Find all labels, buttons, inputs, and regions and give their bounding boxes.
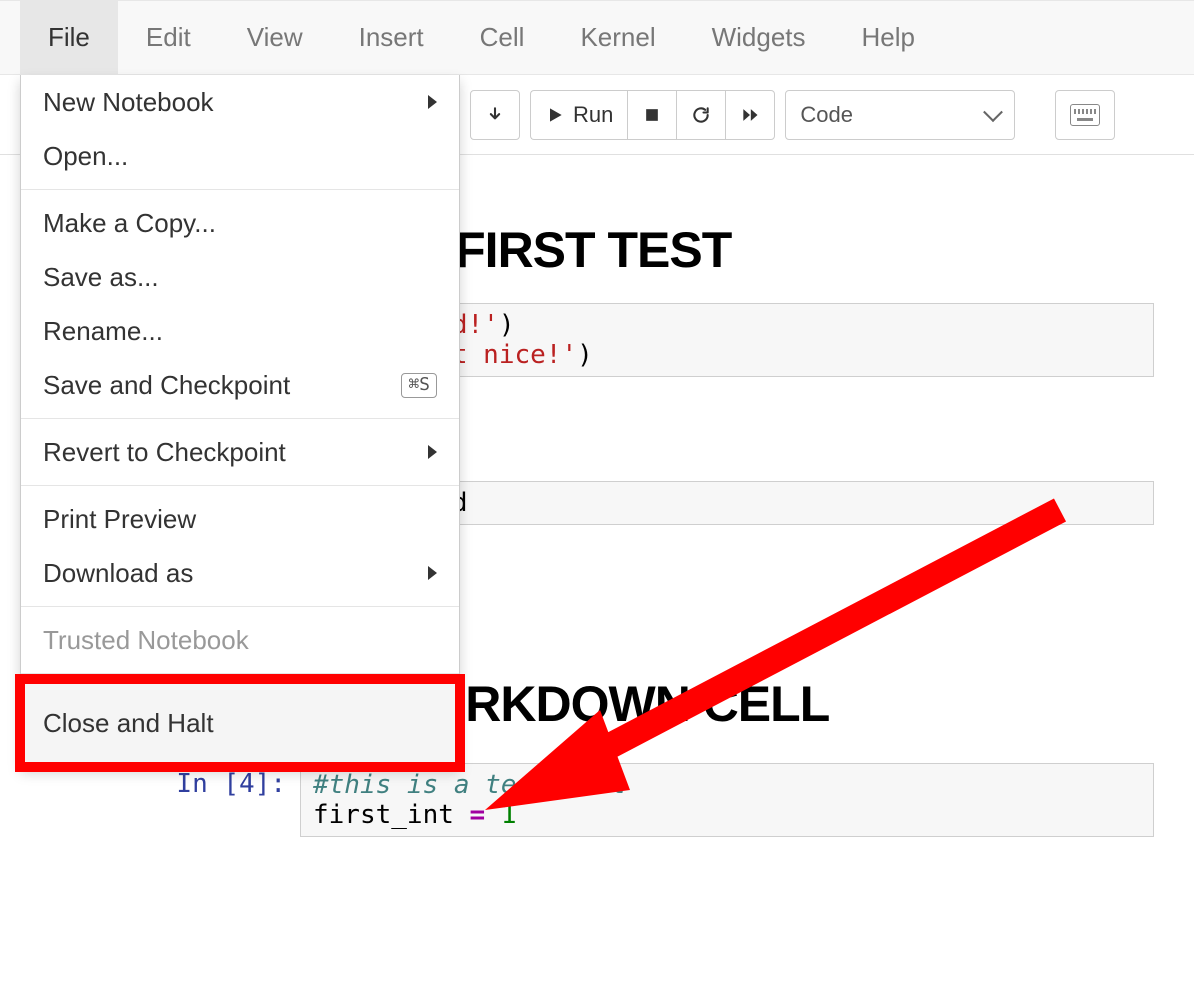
code-cell-4[interactable]: In [4]: #this is a test cell first_int =… [20,763,1174,837]
code-operator: = [470,800,486,830]
menu-close-and-halt[interactable]: Close and Halt [21,680,459,766]
divider [21,606,459,607]
divider [21,673,459,674]
menu-kernel[interactable]: Kernel [552,1,683,74]
menu-trusted-notebook: Trusted Notebook [21,613,459,667]
code-number: 1 [485,800,516,830]
move-down-button[interactable] [470,90,520,140]
menu-rename[interactable]: Rename... [21,304,459,358]
menu-item-label: New Notebook [43,87,214,118]
input-prompt: In [4]: [130,763,300,799]
menu-item-label: Print Preview [43,504,196,535]
divider [21,485,459,486]
menu-file[interactable]: File [20,1,118,74]
run-label: Run [573,102,613,128]
refresh-icon [691,105,711,125]
menu-edit[interactable]: Edit [118,1,219,74]
menu-item-label: Download as [43,558,193,589]
code-text: first_int [313,800,470,830]
run-button[interactable]: Run [530,90,627,140]
menu-item-label: Revert to Checkpoint [43,437,286,468]
code-input-area[interactable]: #this is a test cell first_int = 1 [300,763,1154,837]
code-text: ) [499,310,515,340]
divider [21,418,459,419]
submenu-arrow-icon [428,566,437,580]
menu-download-as[interactable]: Download as [21,546,459,600]
menu-item-label: Close and Halt [43,708,214,739]
command-palette-button[interactable] [1055,90,1115,140]
fast-forward-icon [740,105,760,125]
play-icon [545,105,565,125]
cell-type-select[interactable]: Code [785,90,1015,140]
cell-type-value: Code [800,102,853,128]
menu-save-as[interactable]: Save as... [21,250,459,304]
submenu-arrow-icon [428,95,437,109]
menu-revert-checkpoint[interactable]: Revert to Checkpoint [21,425,459,479]
menu-item-label: Rename... [43,316,163,347]
stop-icon [642,105,662,125]
menubar: File Edit View Insert Cell Kernel Widget… [0,0,1194,75]
menu-new-notebook[interactable]: New Notebook [21,75,459,129]
menu-insert[interactable]: Insert [331,1,452,74]
menu-cell[interactable]: Cell [452,1,553,74]
menu-save-checkpoint[interactable]: Save and Checkpoint ⌘S [21,358,459,412]
menu-item-label: Save as... [43,262,159,293]
arrow-down-icon [485,105,505,125]
shortcut-badge: ⌘S [401,373,437,398]
run-group: Run [530,90,775,140]
interrupt-button[interactable] [627,90,676,140]
code-comment: #this is a test cell [313,770,626,800]
file-dropdown: New Notebook Open... Make a Copy... Save… [20,75,460,767]
code-text: ) [577,340,593,370]
menu-print-preview[interactable]: Print Preview [21,492,459,546]
menu-open[interactable]: Open... [21,129,459,183]
menu-item-label: Trusted Notebook [43,625,249,656]
menu-item-label: Save and Checkpoint [43,370,290,401]
restart-run-all-button[interactable] [725,90,775,140]
menu-make-copy[interactable]: Make a Copy... [21,196,459,250]
menu-widgets[interactable]: Widgets [684,1,834,74]
restart-button[interactable] [676,90,725,140]
menu-help[interactable]: Help [834,1,943,74]
menu-item-label: Make a Copy... [43,208,216,239]
divider [21,189,459,190]
keyboard-icon [1070,104,1100,126]
menu-item-label: Open... [43,141,128,172]
submenu-arrow-icon [428,445,437,459]
menu-view[interactable]: View [219,1,331,74]
